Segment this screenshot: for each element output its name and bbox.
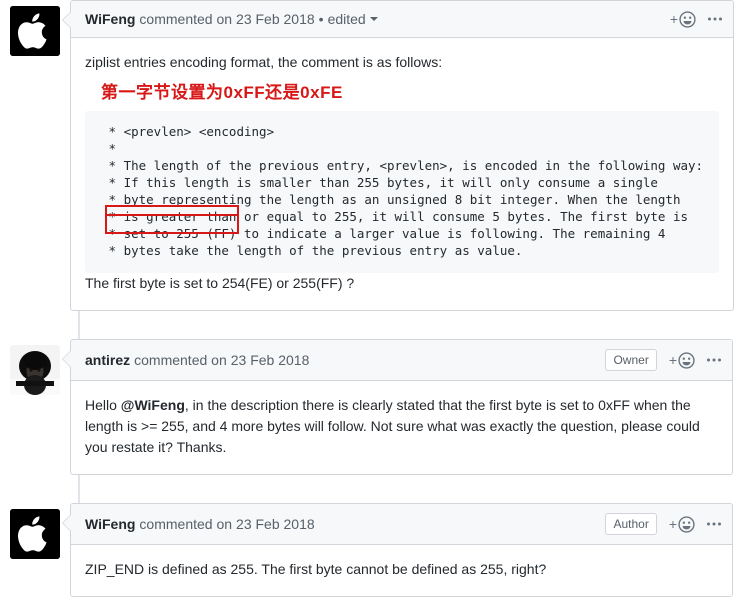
code-block: * <prevlen> <encoding> * * The length of… — [108, 124, 704, 259]
meta-separator: • — [318, 11, 324, 27]
kebab-dots — [708, 17, 723, 21]
comment-text: Hello @WiFeng, in the description there … — [85, 395, 718, 458]
avatar-apple-logo[interactable] — [10, 509, 60, 560]
comment-body: Hello @WiFeng, in the description there … — [71, 381, 732, 474]
comment-question-text: The first byte is set to 254(FE) or 255(… — [85, 275, 355, 292]
plus-sign: + — [668, 352, 677, 369]
comment-body: ZIP_END is defined as 255. The first byt… — [71, 545, 732, 596]
user-mention-link[interactable]: @WiFeng — [121, 397, 185, 413]
edited-dropdown[interactable]: edited — [328, 11, 366, 27]
plus-sign: + — [668, 516, 677, 533]
issue-comment-thread: WiFeng commented on 23 Feb 2018 • edited… — [0, 0, 755, 598]
kebab-menu-icon[interactable] — [707, 17, 723, 21]
apple-logo-icon — [10, 6, 60, 56]
red-rectangle-annotation — [105, 205, 239, 235]
comment-header: antirez commented on 23 Feb 2018 Owner + — [71, 340, 732, 382]
comment-intro-text: ziplist entries encoding format, the com… — [85, 54, 443, 70]
status-badge-owner: Owner — [605, 349, 657, 372]
text-before-mention: Hello — [85, 397, 121, 414]
comment-text: ZIP_END is defined as 255. The first byt… — [85, 561, 547, 578]
comment-bubble: WiFeng commented on 23 Feb 2018 Author + — [62, 503, 733, 598]
comment-gap — [0, 475, 755, 503]
kebab-dots — [707, 522, 721, 526]
kebab-menu-icon[interactable] — [706, 358, 722, 362]
avatar-photo[interactable] — [10, 345, 60, 396]
comment-wifeng-2: WiFeng commented on 23 Feb 2018 Author + — [0, 503, 755, 598]
kebab-dots — [707, 358, 721, 362]
user-photo-icon — [10, 345, 60, 396]
apple-logo-icon — [10, 509, 60, 560]
avatar-column — [0, 503, 70, 560]
avatar-apple-logo[interactable] — [10, 6, 60, 56]
avatar-column — [0, 339, 70, 396]
smiley-icon — [678, 516, 695, 533]
comment-gap — [0, 311, 755, 339]
comment-date: 23 Feb 2018 — [230, 352, 310, 369]
kebab-menu-icon[interactable] — [706, 522, 722, 526]
comment-date: 23 Feb 2018 — [236, 516, 315, 533]
add-reaction-button[interactable]: + — [669, 10, 696, 28]
chevron-down-icon[interactable] — [369, 17, 378, 21]
comment-action-text: commented on — [139, 516, 233, 533]
comment-wifeng-1: WiFeng commented on 23 Feb 2018 • edited… — [0, 0, 755, 312]
smiley-icon — [679, 10, 696, 28]
red-chinese-annotation: 第一字节设置为0xFF还是0xFE — [101, 83, 343, 102]
comment-author-link[interactable]: WiFeng — [85, 516, 135, 532]
avatar-column — [0, 0, 70, 56]
comment-action-text: commented on — [139, 11, 233, 27]
plus-sign: + — [669, 11, 679, 27]
comment-bubble-column: WiFeng commented on 23 Feb 2018 • edited… — [61, 0, 755, 312]
add-reaction-button[interactable]: + — [669, 352, 695, 369]
comment-author-link[interactable]: antirez — [85, 352, 130, 368]
comment-header: WiFeng commented on 23 Feb 2018 • edited… — [71, 1, 734, 38]
comment-bubble-column: antirez commented on 23 Feb 2018 Owner + — [62, 339, 755, 476]
comment-action-text: commented on — [134, 352, 227, 369]
comment-date: 23 Feb 2018 — [236, 11, 315, 27]
code-block-wrapper: * <prevlen> <encoding> * * The length of… — [85, 111, 720, 274]
comment-author-link[interactable]: WiFeng — [85, 11, 135, 27]
comment-header: WiFeng commented on 23 Feb 2018 Author + — [71, 504, 732, 546]
comment-bubble: antirez commented on 23 Feb 2018 Owner + — [62, 339, 733, 476]
comment-antirez: antirez commented on 23 Feb 2018 Owner + — [0, 339, 755, 476]
add-reaction-button[interactable]: + — [669, 516, 695, 533]
status-badge-author: Author — [605, 513, 657, 536]
comment-body: ziplist entries encoding format, the com… — [71, 38, 733, 310]
smiley-icon — [678, 352, 695, 369]
comment-bubble: WiFeng commented on 23 Feb 2018 • edited… — [61, 0, 735, 312]
comment-bubble-column: WiFeng commented on 23 Feb 2018 Author + — [62, 503, 755, 598]
